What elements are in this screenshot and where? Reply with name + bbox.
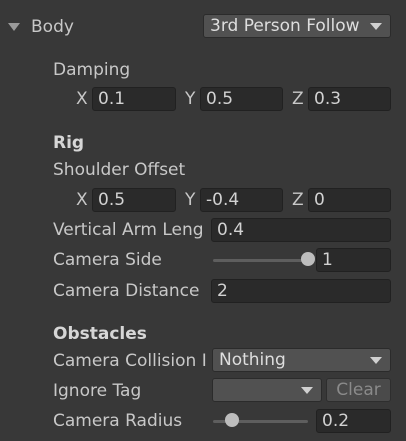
damping-z-label: Z xyxy=(292,89,304,109)
body-label: Body xyxy=(31,17,74,37)
chevron-down-icon xyxy=(301,387,313,394)
body-mode-value: 3rd Person Follow xyxy=(210,16,360,36)
camera-side-label: Camera Side xyxy=(53,250,162,270)
vertical-arm-length-field[interactable]: 0.4 xyxy=(211,218,391,242)
camera-side-field[interactable]: 1 xyxy=(316,248,391,272)
camera-collision-label: Camera Collision I xyxy=(53,351,207,371)
camera-radius-label: Camera Radius xyxy=(53,411,183,431)
camera-collision-dropdown[interactable]: Nothing xyxy=(212,348,391,372)
chevron-down-icon xyxy=(370,23,382,30)
camera-body-inspector: { "body": { "label": "Body", "mode_dropd… xyxy=(0,0,406,441)
camera-radius-slider-thumb[interactable] xyxy=(225,413,239,427)
damping-y-label: Y xyxy=(185,89,196,109)
camera-side-slider-track[interactable] xyxy=(213,259,308,262)
camera-radius-field[interactable]: 0.2 xyxy=(316,409,391,433)
ignore-tag-label: Ignore Tag xyxy=(53,381,142,401)
shoulder-y-label: Y xyxy=(185,190,196,210)
camera-distance-label: Camera Distance xyxy=(53,281,200,301)
damping-label: Damping xyxy=(53,60,131,80)
ignore-tag-dropdown[interactable] xyxy=(212,378,322,402)
damping-x-field[interactable]: 0.1 xyxy=(92,87,176,111)
camera-collision-value: Nothing xyxy=(219,350,286,370)
damping-y-field[interactable]: 0.5 xyxy=(200,87,283,111)
rig-heading: Rig xyxy=(53,133,85,153)
clear-button[interactable]: Clear xyxy=(326,378,391,402)
body-mode-dropdown[interactable]: 3rd Person Follow xyxy=(203,14,391,38)
vertical-arm-length-label: Vertical Arm Leng xyxy=(53,220,204,240)
shoulder-offset-label: Shoulder Offset xyxy=(53,160,186,180)
shoulder-x-field[interactable]: 0.5 xyxy=(92,188,176,212)
camera-distance-field[interactable]: 2 xyxy=(211,279,391,303)
shoulder-z-label: Z xyxy=(292,190,304,210)
damping-z-field[interactable]: 0.3 xyxy=(308,87,391,111)
shoulder-x-label: X xyxy=(76,190,88,210)
shoulder-y-field[interactable]: -0.4 xyxy=(200,188,283,212)
obstacles-heading: Obstacles xyxy=(53,324,147,344)
foldout-arrow-icon[interactable] xyxy=(8,23,20,31)
camera-side-slider-thumb[interactable] xyxy=(301,252,315,266)
chevron-down-icon xyxy=(370,357,382,364)
shoulder-z-field[interactable]: 0 xyxy=(308,188,391,212)
damping-x-label: X xyxy=(76,89,88,109)
